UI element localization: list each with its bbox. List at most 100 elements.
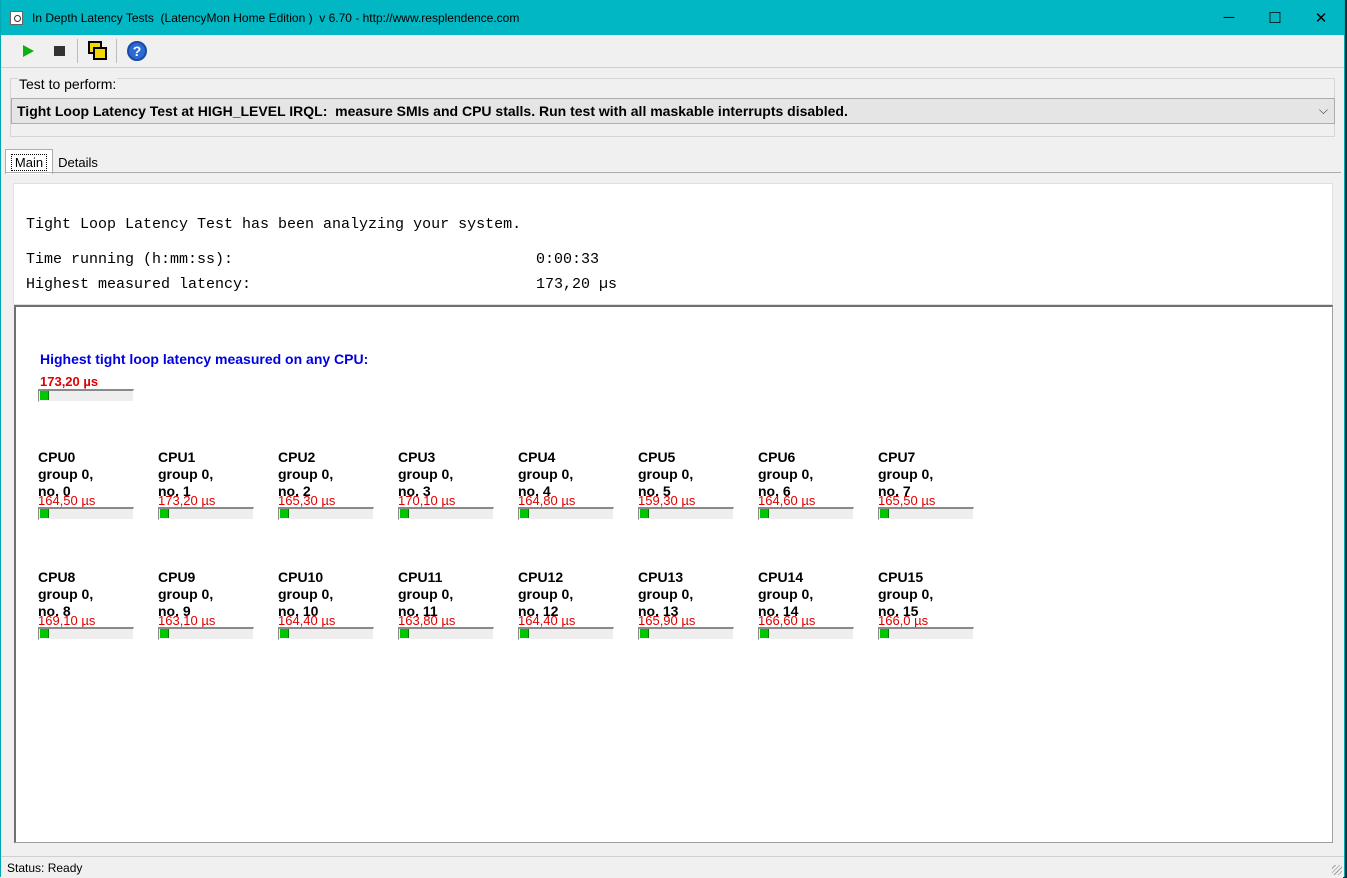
cpu-card: CPU0 group 0, no. 0 164,50 µs (38, 449, 148, 523)
window-title: In Depth Latency Tests (LatencyMon Home … (32, 11, 520, 25)
overall-value: 173,20 µs (40, 374, 99, 389)
cpu-latency-bar (758, 627, 854, 640)
test-select-value: Tight Loop Latency Test at HIGH_LEVEL IR… (17, 103, 848, 119)
stop-button[interactable] (46, 38, 72, 64)
stop-icon (53, 46, 65, 56)
time-running-label: Time running (h:mm:ss): (26, 251, 234, 268)
cpu-group: group 0, (278, 466, 334, 482)
cpu-latency-value: 165,50 µs (878, 493, 936, 508)
cpu-name: CPU5 (638, 449, 676, 465)
maximize-icon: ☐ (1268, 9, 1282, 27)
cpu-latency-bar-fill (160, 629, 169, 638)
time-running-value: 0:00:33 (536, 251, 600, 268)
cpu-name: CPU15 (878, 569, 924, 585)
cpu-card: CPU5 group 0, no. 5 159,30 µs (638, 449, 748, 523)
resize-grip-icon[interactable] (1332, 865, 1342, 875)
maximize-button[interactable]: ☐ (1252, 0, 1298, 35)
cpu-card: CPU10 group 0, no. 10 164,40 µs (278, 569, 388, 643)
minimize-icon: ─ (1223, 9, 1235, 26)
summary-panel: Tight Loop Latency Test has been analyzi… (13, 183, 1333, 305)
cpu-latency-value: 169,10 µs (38, 613, 96, 628)
cpu-name: CPU14 (758, 569, 804, 585)
cpu-latency-value: 164,40 µs (278, 613, 336, 628)
cpu-card: CPU1 group 0, no. 1 173,20 µs (158, 449, 268, 523)
cpu-group: group 0, (518, 466, 574, 482)
toolbar-separator (116, 39, 117, 63)
cpu-group: group 0, (158, 586, 214, 602)
cpu-card: CPU13 group 0, no. 13 165,90 µs (638, 569, 748, 643)
status-bar: Status: Ready (1, 856, 1344, 877)
cpu-panel: Highest tight loop latency measured on a… (14, 305, 1333, 843)
toolbar: ? (1, 35, 1344, 68)
cpu-latency-bar (638, 627, 734, 640)
cpu-latency-bar-fill (400, 509, 409, 518)
summary-headline: Tight Loop Latency Test has been analyzi… (26, 216, 522, 233)
cpu-latency-bar-fill (760, 629, 769, 638)
tab-main[interactable]: Main (5, 149, 53, 174)
cpu-latency-bar (758, 507, 854, 520)
cpu-latency-value: 164,80 µs (518, 493, 576, 508)
cpu-latency-bar-fill (280, 509, 289, 518)
cpu-card: CPU6 group 0, no. 6 164,60 µs (758, 449, 868, 523)
cpu-card: CPU12 group 0, no. 12 164,40 µs (518, 569, 628, 643)
minimize-button[interactable]: ─ (1206, 0, 1252, 35)
cpu-latency-bar-fill (640, 509, 649, 518)
cpu-latency-bar (398, 507, 494, 520)
cpu-group: group 0, (278, 586, 334, 602)
cpu-group: group 0, (758, 586, 814, 602)
cpu-latency-bar (398, 627, 494, 640)
close-icon: ✕ (1314, 9, 1328, 27)
cpu-group: group 0, (38, 586, 94, 602)
cpu-latency-value: 163,80 µs (398, 613, 456, 628)
start-button[interactable] (15, 38, 41, 64)
app-window: In Depth Latency Tests (LatencyMon Home … (0, 0, 1345, 877)
highest-latency-label: Highest measured latency: (26, 276, 252, 293)
cpu-name: CPU13 (638, 569, 684, 585)
cpu-latency-bar-fill (40, 509, 49, 518)
cpu-group: group 0, (398, 586, 454, 602)
help-button[interactable]: ? (124, 38, 150, 64)
cpu-card: CPU15 group 0, no. 15 166,0 µs (878, 569, 988, 643)
test-label: Test to perform: (18, 76, 118, 92)
windows-button[interactable] (85, 38, 111, 64)
app-icon (10, 11, 23, 25)
windows-icon (88, 41, 107, 60)
overall-latency-bar (38, 389, 134, 402)
cpu-latency-bar (278, 507, 374, 520)
cpu-name: CPU1 (158, 449, 196, 465)
highest-latency-value: 173,20 µs (536, 276, 618, 293)
cpu-group: group 0, (518, 586, 574, 602)
cpu-latency-bar-fill (640, 629, 649, 638)
cpu-latency-value: 173,20 µs (158, 493, 216, 508)
cpu-latency-value: 163,10 µs (158, 613, 216, 628)
cpu-name: CPU0 (38, 449, 76, 465)
cpu-latency-bar-fill (40, 629, 49, 638)
cpu-card: CPU11 group 0, no. 11 163,80 µs (398, 569, 508, 643)
cpu-name: CPU7 (878, 449, 916, 465)
cpu-group: group 0, (638, 466, 694, 482)
cpu-name: CPU2 (278, 449, 316, 465)
tab-details[interactable]: Details (55, 151, 101, 174)
toolbar-separator (77, 39, 78, 63)
title-bar[interactable]: In Depth Latency Tests (LatencyMon Home … (1, 0, 1344, 35)
cpu-group: group 0, (158, 466, 214, 482)
play-icon (22, 45, 34, 57)
cpu-latency-value: 165,90 µs (638, 613, 696, 628)
cpu-name: CPU11 (398, 569, 443, 585)
cpu-latency-value: 165,30 µs (278, 493, 336, 508)
cpu-latency-bar-fill (760, 509, 769, 518)
tab-main-label: Main (10, 153, 48, 171)
overall-latency-bar-fill (40, 391, 49, 400)
cpu-latency-value: 166,60 µs (758, 613, 816, 628)
cpu-card: CPU7 group 0, no. 7 165,50 µs (878, 449, 988, 523)
cpu-group: group 0, (878, 586, 934, 602)
test-select[interactable]: Tight Loop Latency Test at HIGH_LEVEL IR… (11, 98, 1335, 124)
cpu-card: CPU14 group 0, no. 14 166,60 µs (758, 569, 868, 643)
cpu-card: CPU8 group 0, no. 8 169,10 µs (38, 569, 148, 643)
cpu-latency-value: 164,40 µs (518, 613, 576, 628)
cpu-latency-bar-fill (880, 629, 889, 638)
cpu-group: group 0, (38, 466, 94, 482)
cpu-name: CPU6 (758, 449, 796, 465)
cpu-latency-bar-fill (520, 509, 529, 518)
close-button[interactable]: ✕ (1298, 0, 1344, 35)
